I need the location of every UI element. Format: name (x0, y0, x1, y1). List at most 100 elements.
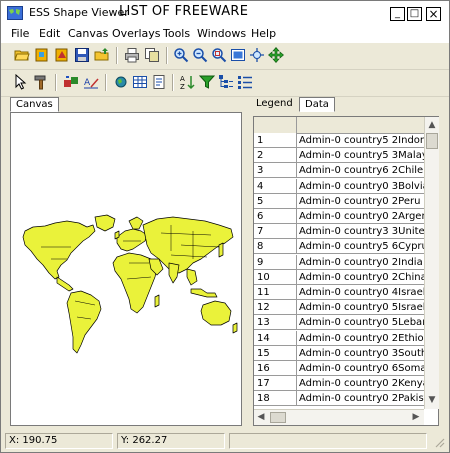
sort-icon[interactable]: AZ (180, 74, 196, 90)
table-row[interactable]: 7Admin-0 country3 3United Kingdom (254, 224, 437, 240)
attribute-cell[interactable]: Admin-0 country0 2India (297, 255, 437, 270)
table-row[interactable]: 10 Admin-0 country0 2China (254, 269, 437, 285)
table-row[interactable]: 16 Admin-0 country0 6Somalia (254, 361, 437, 376)
open-folder-icon[interactable] (14, 47, 30, 63)
south-america-landmass (66, 290, 102, 354)
table-row[interactable]: 6 Admin-0 country0 2Argentina (254, 209, 437, 224)
globe-icon[interactable] (113, 74, 129, 90)
table-row[interactable]: 8 Admin-0 country5 6Cyprus (254, 239, 437, 255)
table-row[interactable]: 15Admin-0 country0 3South Sudan (254, 345, 437, 361)
menu-tools[interactable]: Tools (163, 27, 190, 40)
attribute-cell[interactable]: Admin-0 country5 3Malaysia (297, 148, 437, 164)
table-row[interactable]: 1 Admin-0 country5 2Indonesia (254, 133, 437, 148)
save-icon[interactable] (74, 47, 90, 63)
attribute-cell[interactable]: Admin-0 country0 2Ethiopia (297, 331, 437, 346)
hammer-tool-icon[interactable] (33, 74, 49, 90)
attribute-cell[interactable]: Admin-0 country0 2Kenya (297, 376, 437, 392)
attribute-cell[interactable]: Admin-0 country0 6Somalia (297, 361, 437, 376)
scroll-down-arrow-icon[interactable]: ▼ (426, 393, 438, 407)
attribute-cell[interactable]: Admin-0 country5 2Indonesia (297, 133, 437, 148)
table-row[interactable]: 2 Admin-0 country5 3Malaysia (254, 148, 437, 164)
h-scroll-thumb[interactable] (270, 412, 286, 423)
attribute-cell[interactable]: Admin-0 country0 2Pakistan (297, 391, 437, 407)
attribute-cell[interactable]: Admin-0 country0 4Israel (297, 285, 437, 300)
attribute-cell[interactable]: Admin-0 country0 5Israel (297, 300, 437, 316)
table-row[interactable]: 14 Admin-0 country0 2Ethiopia (254, 330, 437, 346)
properties-icon[interactable] (151, 74, 167, 90)
attribute-cell[interactable]: Admin-0 country6 2Chile (297, 163, 437, 179)
north-america-landmass (22, 220, 96, 280)
menu-edit[interactable]: Edit (39, 27, 60, 40)
table-row[interactable]: 13 Admin-0 country0 5Lebanon (254, 315, 437, 331)
tab-legend[interactable]: Legend (251, 97, 298, 112)
table-row[interactable]: 18 Admin-0 country0 2Pakistan (254, 391, 437, 407)
row-number: 5 (254, 193, 297, 209)
attribute-cell[interactable]: Admin-0 country5 6Cyprus (297, 239, 437, 255)
menu-overlays[interactable]: Overlays (112, 27, 161, 40)
attribute-cell[interactable]: Admin-0 country0 2Peru (297, 194, 437, 209)
horizontal-scrollbar[interactable]: ◀ ▶ (254, 409, 424, 425)
table-row[interactable]: 4 Admin-0 country0 3Bolvia (254, 178, 437, 194)
add-feature-icon[interactable] (63, 74, 79, 90)
menu-help[interactable]: Help (251, 27, 276, 40)
select-arrow-icon[interactable] (14, 74, 30, 90)
zoom-region-icon[interactable] (211, 47, 227, 63)
zoom-in-icon[interactable] (173, 47, 189, 63)
full-extent-icon[interactable] (230, 47, 246, 63)
center-map-icon[interactable] (249, 47, 265, 63)
tab-canvas[interactable]: Canvas (10, 97, 59, 112)
svg-text:Z: Z (180, 83, 185, 90)
row-number: 8 (254, 239, 297, 255)
tree-list-icon[interactable] (218, 74, 234, 90)
toolbar-separator (166, 47, 168, 64)
attribute-cell[interactable]: Admin-0 country0 5Lebanon (297, 315, 437, 331)
scroll-right-arrow-icon[interactable]: ▶ (410, 410, 422, 424)
title-bar[interactable]: ESS Shape Viewer LIST OF FREEWARE _ □ × (1, 1, 449, 25)
table-row[interactable]: 12 Admin-0 country0 5Israel (254, 300, 437, 316)
attribute-cell[interactable]: Admin-0 country0 2China (297, 270, 437, 285)
pan-icon[interactable] (268, 47, 284, 63)
scroll-thumb[interactable] (426, 133, 438, 149)
bullet-list-icon[interactable] (237, 74, 253, 90)
table-row[interactable]: 17 Admin-0 country0 2Kenya (254, 376, 437, 392)
scroll-up-arrow-icon[interactable]: ▲ (426, 118, 438, 132)
attribute-cell[interactable]: Admin-0 country0 2Argentina (297, 209, 437, 224)
menu-canvas[interactable]: Canvas (68, 27, 108, 40)
filter-icon[interactable] (199, 74, 215, 90)
row-number: 16 (254, 361, 297, 376)
zoom-out-icon[interactable] (192, 47, 208, 63)
maximize-button[interactable]: □ (407, 7, 422, 21)
row-number: 4 (254, 178, 297, 194)
tab-data[interactable]: Data (299, 97, 335, 112)
attribute-cell[interactable]: Admin-0 country0 3South Sudan (297, 346, 437, 361)
scroll-left-arrow-icon[interactable]: ◀ (255, 410, 267, 424)
vertical-scrollbar[interactable]: ▲ ▼ (424, 117, 439, 409)
status-empty-panel (229, 433, 427, 449)
close-button[interactable]: × (426, 7, 441, 21)
menu-windows[interactable]: Windows (197, 27, 246, 40)
row-number: 10 (254, 269, 297, 285)
table-row[interactable]: 5 Admin-0 country0 2Peru (254, 193, 437, 209)
table-row[interactable]: 11 Admin-0 country0 4Israel (254, 285, 437, 300)
main-toolbar (1, 43, 449, 70)
attribute-cell[interactable]: Admin-0 country3 3United Kingdom (297, 224, 437, 240)
label-icon[interactable]: A (83, 74, 99, 90)
resize-grip-icon[interactable] (433, 436, 445, 448)
folder-up-icon[interactable] (94, 47, 110, 63)
svg-text:A: A (84, 78, 91, 88)
menu-file[interactable]: File (11, 27, 29, 40)
status-y-coordinate: Y: 262.27 (117, 433, 225, 449)
attribute-cell[interactable]: Admin-0 country0 3Bolvia (297, 179, 437, 194)
print-icon[interactable] (124, 47, 140, 63)
open-layer-icon[interactable] (54, 47, 70, 63)
open-shape-icon[interactable] (34, 47, 50, 63)
table-row[interactable]: 3 Admin-0 country6 2Chile (254, 163, 437, 179)
table-row[interactable]: 9 Admin-0 country0 2India (254, 254, 437, 270)
status-bar: X: 190.75 Y: 262.27 (1, 431, 449, 452)
grid-corner-header (254, 117, 297, 133)
copy-icon[interactable] (144, 47, 160, 63)
table-view-icon[interactable] (132, 74, 148, 90)
map-canvas[interactable] (10, 112, 242, 426)
row-number: 7 (254, 224, 297, 240)
minimize-button[interactable]: _ (390, 7, 405, 21)
